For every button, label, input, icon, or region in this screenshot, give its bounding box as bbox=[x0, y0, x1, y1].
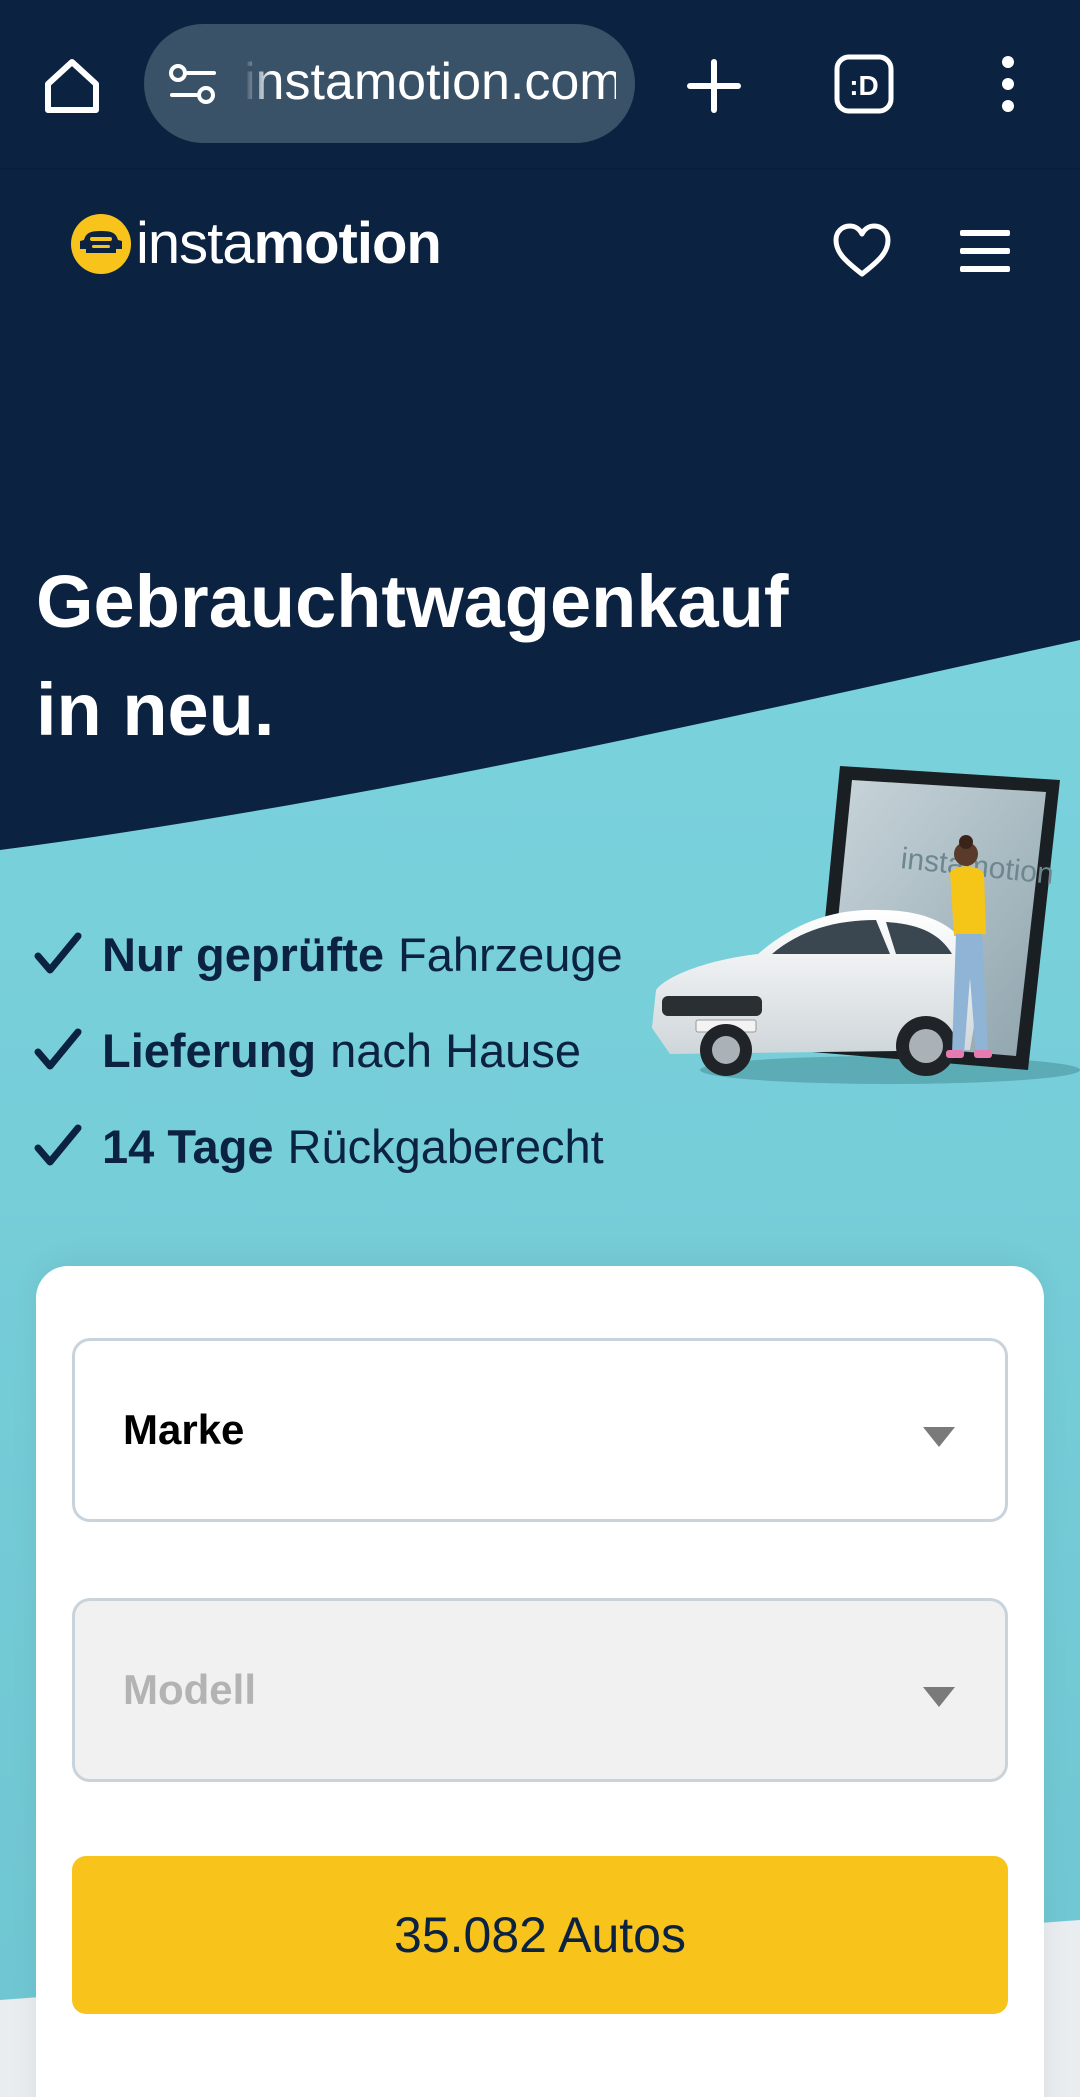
brand-select-label: Marke bbox=[123, 1406, 245, 1453]
tab-switcher-label: :D bbox=[849, 70, 879, 101]
logo-light-text: insta bbox=[136, 211, 255, 276]
home-icon[interactable] bbox=[40, 54, 104, 118]
check-icon bbox=[34, 932, 82, 974]
benefit-strong: Lieferung bbox=[102, 1023, 317, 1077]
site-logo[interactable]: instamotion bbox=[70, 210, 442, 278]
benefits-list: Nur geprüfte Fahrzeuge Lieferung nach Ha… bbox=[34, 906, 623, 1194]
benefit-item: 14 Tage Rückgaberecht bbox=[34, 1098, 623, 1194]
address-bar[interactable]: instamotion.com bbox=[144, 24, 635, 143]
heart-icon[interactable] bbox=[832, 222, 892, 280]
brand-select[interactable]: Marke bbox=[72, 1338, 1008, 1522]
show-cars-button[interactable]: 35.082 Autos bbox=[72, 1856, 1008, 2014]
check-icon bbox=[34, 1124, 82, 1166]
search-card: Marke Modell 35.082 Autos bbox=[36, 1266, 1044, 2097]
logo-bold-text: motion bbox=[253, 211, 442, 276]
benefit-strong: 14 Tage bbox=[102, 1119, 274, 1173]
url-text[interactable]: instamotion.com bbox=[244, 52, 616, 112]
benefit-item: Lieferung nach Hause bbox=[34, 1002, 623, 1098]
logo-wordmark: instamotion bbox=[136, 210, 442, 278]
model-select-label: Modell bbox=[123, 1666, 256, 1713]
benefit-rest: Fahrzeuge bbox=[398, 927, 623, 981]
caret-down-icon bbox=[923, 1427, 955, 1447]
benefit-strong: Nur geprüfte bbox=[102, 927, 384, 981]
plus-icon[interactable] bbox=[686, 58, 742, 114]
hero-title-line-2: in neu. bbox=[36, 668, 275, 751]
benefit-rest: Rückgaberecht bbox=[287, 1119, 604, 1173]
tune-icon[interactable] bbox=[168, 62, 218, 106]
check-icon bbox=[34, 1028, 82, 1070]
browser-toolbar: instamotion.com :D bbox=[0, 0, 1080, 168]
benefit-item: Nur geprüfte Fahrzeuge bbox=[34, 906, 623, 1002]
header-divider bbox=[0, 168, 1080, 170]
hero-car-illustration: instamotion bbox=[652, 766, 1080, 1084]
more-vert-icon[interactable] bbox=[990, 54, 1026, 114]
benefit-rest: nach Hause bbox=[330, 1023, 581, 1077]
hero-title: Gebrauchtwagenkauf in neu. bbox=[36, 548, 836, 764]
logo-icon bbox=[71, 214, 131, 274]
tab-switcher-icon[interactable]: :D bbox=[834, 54, 894, 114]
model-select[interactable]: Modell bbox=[72, 1598, 1008, 1782]
hamburger-icon[interactable] bbox=[960, 228, 1010, 274]
caret-down-icon bbox=[923, 1687, 955, 1707]
hero-title-line-1: Gebrauchtwagenkauf bbox=[36, 560, 789, 643]
